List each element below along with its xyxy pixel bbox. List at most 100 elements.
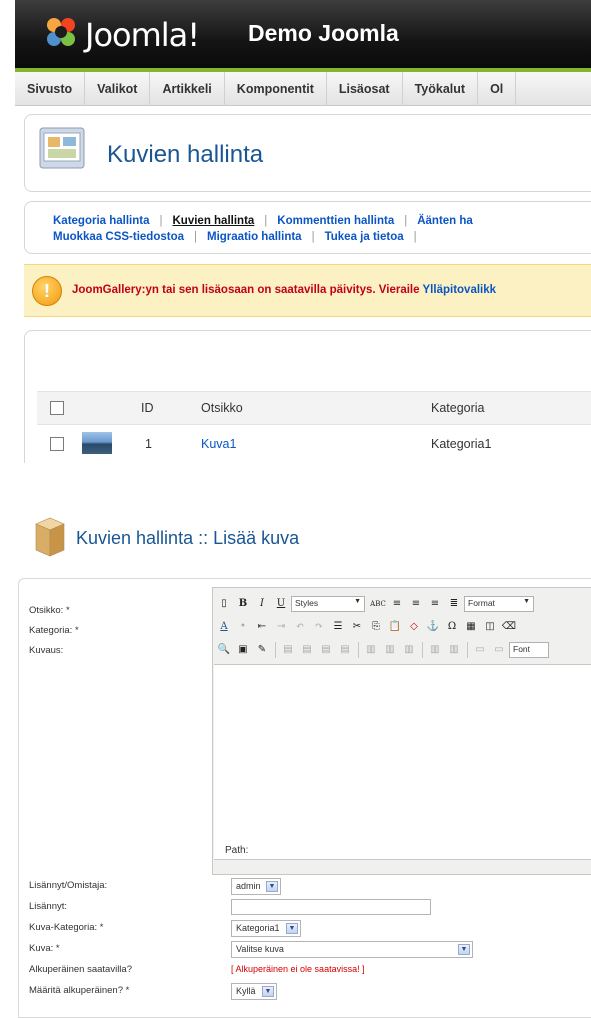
- column-id[interactable]: ID: [141, 401, 154, 415]
- gallery-icon: [39, 127, 85, 169]
- submenu-help-info[interactable]: Tukea ja tietoa: [325, 231, 404, 243]
- chevron-down-icon: ▼: [286, 923, 298, 934]
- chevron-down-icon: ▼: [266, 881, 278, 892]
- toolbar-separator: [422, 642, 423, 658]
- editor-toolbar-row-2: A • ⇤ ⇥ ↶ ↷ ☰ ✂ ⎘ 📋 ◇ ⚓ Ω ▦ ◫ ⌫: [215, 616, 519, 638]
- edit-icon[interactable]: ✎: [253, 641, 271, 659]
- menu-item-article[interactable]: Artikkeli: [150, 72, 225, 106]
- delete-col-icon: ▥: [404, 644, 414, 655]
- italic-button[interactable]: I: [253, 595, 271, 613]
- page-title: Kuvien hallinta: [107, 141, 264, 168]
- submenu-comment-manager[interactable]: Kommenttien hallinta: [277, 215, 394, 227]
- joomla-logo[interactable]: Joomla!: [29, 12, 254, 52]
- row-checkbox[interactable]: [50, 437, 64, 451]
- toolbar-separator: [358, 642, 359, 658]
- chevron-down-icon: ▼: [354, 598, 361, 605]
- top-screenshot: Joomla! Demo Joomla Sivusto Valikot Arti…: [0, 0, 591, 463]
- format-select[interactable]: Format ▼: [464, 596, 534, 612]
- admin-header: Joomla! Demo Joomla: [15, 0, 591, 68]
- remove-format-icon: ▭: [494, 644, 504, 655]
- toolbar-separator: [275, 642, 276, 658]
- chevron-down-icon: ▼: [262, 986, 274, 997]
- submenu-separator: |: [159, 215, 163, 227]
- cut-icon[interactable]: ✂: [348, 618, 366, 636]
- copy-icon[interactable]: ⎘: [367, 618, 385, 636]
- text-color-icon[interactable]: A: [215, 618, 233, 636]
- outdent-icon[interactable]: ⇤: [253, 618, 271, 636]
- row-title-link[interactable]: Kuva1: [201, 437, 236, 451]
- label-image: Kuva: *: [29, 943, 60, 954]
- set-original-select[interactable]: Kyllä ▼: [231, 983, 277, 1000]
- owner-value: admin: [236, 881, 261, 891]
- description-editor: ▯ B I U Styles ▼ ABC ≡ ≡ ≡ ≣ Format ▼ A …: [212, 587, 591, 875]
- styles-label: Styles: [295, 598, 319, 608]
- image-thumbnail[interactable]: [82, 432, 112, 454]
- image-category-select[interactable]: Kategoria1 ▼: [231, 920, 301, 937]
- clean-code-icon[interactable]: ◇: [405, 618, 423, 636]
- menu-item-site[interactable]: Sivusto: [15, 72, 86, 106]
- redo-icon: ↷: [314, 621, 324, 632]
- menu-item-components[interactable]: Komponentit: [225, 72, 327, 106]
- underline-button[interactable]: U: [272, 595, 290, 613]
- submenu-votes-manager[interactable]: Äänten ha: [417, 215, 473, 227]
- insert-row-icon: ▤: [340, 644, 350, 655]
- toolbar-separator: [467, 642, 468, 658]
- notice-text: JoomGallery:yn tai sen lisäosaan on saat…: [72, 284, 420, 296]
- notice-admin-link[interactable]: Ylläpitovalikk: [423, 284, 497, 296]
- image-insert-icon[interactable]: ▣: [234, 641, 252, 659]
- component-submenu: Kategoria hallinta | Kuvien hallinta | K…: [24, 201, 591, 254]
- unordered-list-icon: •: [240, 621, 246, 632]
- menu-item-menus[interactable]: Valikot: [85, 72, 151, 106]
- editor-path: Path:: [225, 845, 249, 856]
- cell-props-icon: ▤: [321, 644, 331, 655]
- layer-icon[interactable]: ◫: [481, 618, 499, 636]
- owner-select[interactable]: admin ▼: [231, 878, 281, 895]
- menu-item-tools[interactable]: Työkalut: [403, 72, 479, 106]
- chevron-down-icon: ▼: [523, 598, 530, 605]
- submenu-image-manager[interactable]: Kuvien hallinta: [173, 215, 255, 227]
- align-justify-icon[interactable]: ≣: [445, 595, 463, 613]
- eraser-icon[interactable]: ⌫: [500, 618, 518, 636]
- find-icon[interactable]: 🔍: [215, 641, 233, 659]
- menu-item-extensions[interactable]: Lisäosat: [327, 72, 403, 106]
- site-name[interactable]: Demo Joomla: [248, 20, 399, 47]
- hr-icon: ▭: [475, 644, 485, 655]
- strikethrough-button[interactable]: ABC: [369, 595, 387, 613]
- insert-col-icon: ▥: [385, 644, 395, 655]
- image-select[interactable]: Valitse kuva ▼: [231, 941, 473, 958]
- paste-icon[interactable]: 📋: [386, 618, 404, 636]
- column-title[interactable]: Otsikko: [201, 401, 243, 415]
- submenu-migration[interactable]: Migraatio hallinta: [207, 231, 302, 243]
- align-left-icon[interactable]: ≡: [388, 595, 406, 613]
- table-row: 1 Kuva1 Kategoria1: [37, 425, 591, 463]
- submenu-separator: |: [194, 231, 197, 243]
- editor-content-area[interactable]: [214, 664, 591, 860]
- font-label: Font: [513, 644, 531, 654]
- submenu-category-manager[interactable]: Kategoria hallinta: [53, 215, 150, 227]
- page-title-box: Kuvien hallinta: [24, 114, 591, 192]
- anchor-icon[interactable]: ⚓: [424, 618, 442, 636]
- align-right-icon[interactable]: ≡: [426, 595, 444, 613]
- delete-row-icon: ▥: [366, 644, 376, 655]
- select-all-checkbox[interactable]: [50, 401, 64, 415]
- label-category: Kategoria: *: [29, 625, 79, 636]
- special-char-icon[interactable]: Ω: [443, 618, 461, 636]
- bold-button[interactable]: B: [234, 595, 252, 613]
- page-title: Kuvien hallinta :: Lisää kuva: [76, 528, 300, 548]
- align-center-icon[interactable]: ≡: [407, 595, 425, 613]
- new-document-icon[interactable]: ▯: [215, 595, 233, 613]
- font-select[interactable]: Font: [509, 642, 549, 658]
- submenu-separator: |: [311, 231, 315, 243]
- label-set-original: Määritä alkuperäinen? *: [29, 985, 130, 996]
- table-icon[interactable]: ▦: [462, 618, 480, 636]
- submenu-edit-css[interactable]: Muokkaa CSS-tiedostoa: [53, 231, 184, 243]
- ordered-list-icon[interactable]: ☰: [329, 618, 347, 636]
- image-category-value: Kategoria1: [236, 923, 280, 933]
- joomla-logo-icon: [47, 18, 75, 46]
- styles-select[interactable]: Styles ▼: [291, 596, 365, 612]
- main-menubar: Sivusto Valikot Artikkeli Komponentit Li…: [15, 68, 591, 106]
- menu-item-help[interactable]: Ol: [478, 72, 517, 106]
- label-added-by: Lisännyt:: [29, 901, 68, 912]
- added-by-input[interactable]: [231, 899, 431, 915]
- column-category[interactable]: Kategoria: [431, 401, 485, 415]
